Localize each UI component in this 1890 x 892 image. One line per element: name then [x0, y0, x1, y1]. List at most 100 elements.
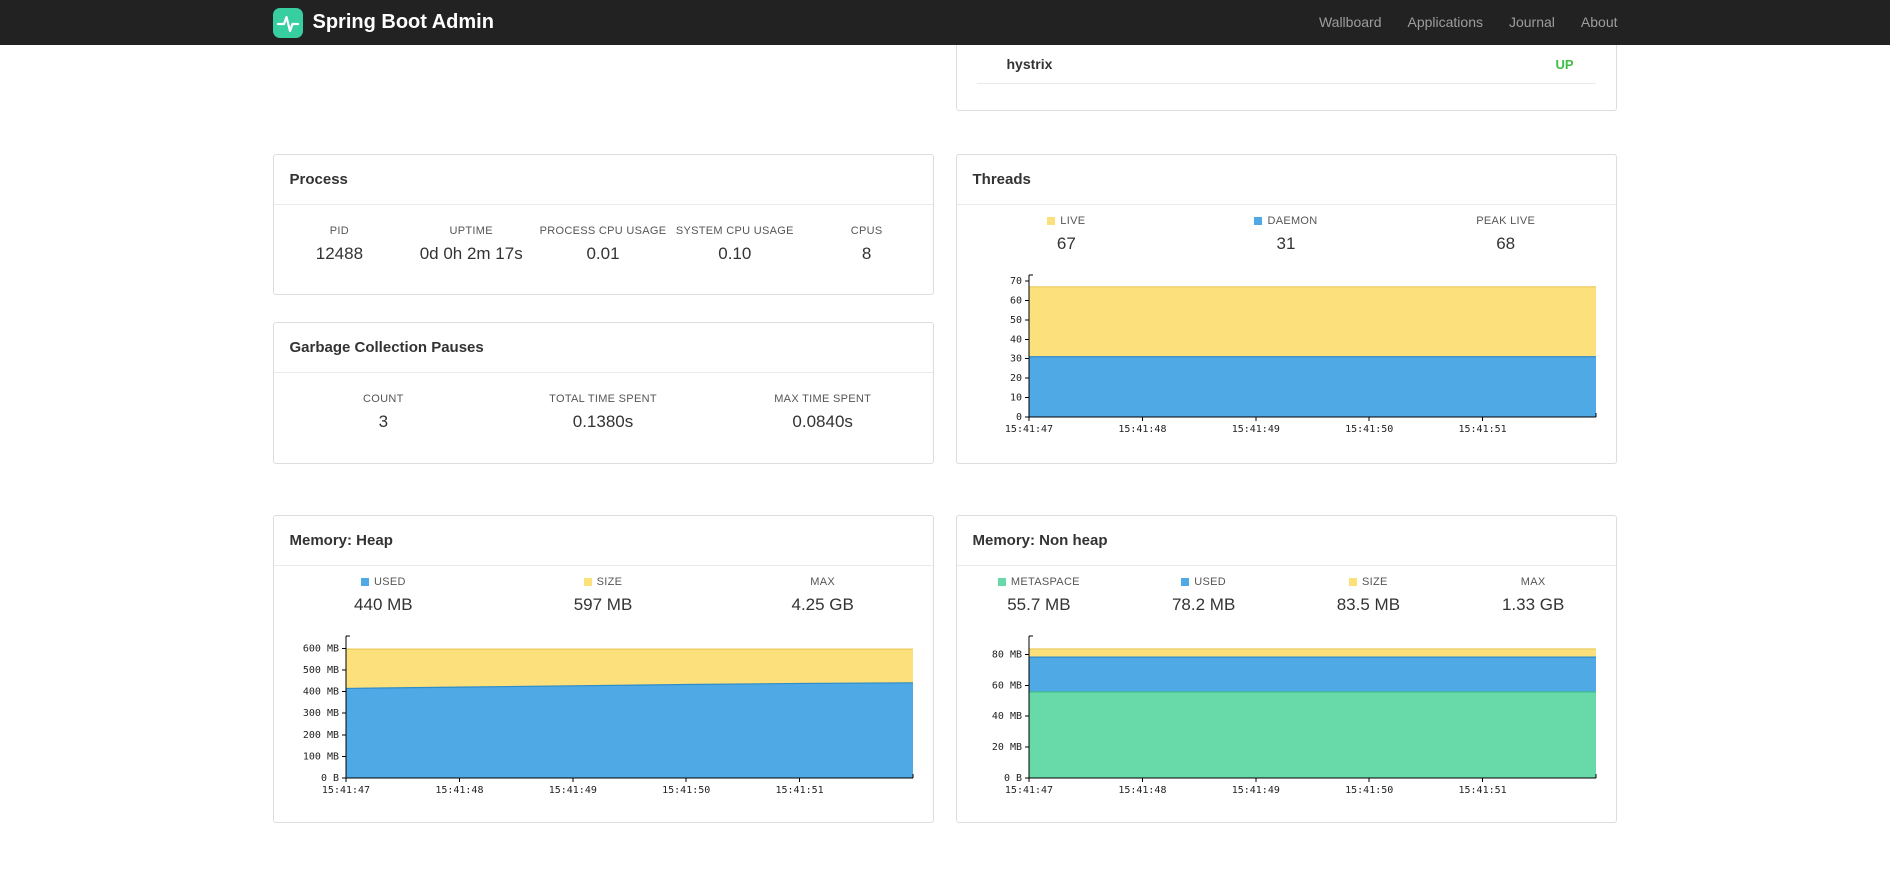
metric-label: SIZE: [493, 576, 713, 588]
metric-value: 83.5 MB: [1336, 595, 1401, 614]
metric-value: 0d 0h 2m 17s: [419, 244, 523, 263]
metric-nonheap-metaspace: METASPACE 55.7 MB: [957, 576, 1122, 620]
svg-text:200 MB: 200 MB: [302, 730, 338, 741]
health-status-badge: UP: [1555, 56, 1574, 72]
metric-label-text: USED: [373, 576, 406, 588]
metric-cpus: CPUS 8: [801, 225, 933, 264]
metric-label-text: METASPACE: [1010, 576, 1080, 588]
svg-text:0 B: 0 B: [320, 773, 338, 784]
svg-text:15:41:48: 15:41:48: [1118, 424, 1166, 435]
threads-metrics: LIVE 67 DAEMON 31 PEAK LIVE 68: [957, 215, 1616, 259]
metric-value: 0.0840s: [792, 412, 853, 431]
metric-label-text: SIZE: [1362, 576, 1388, 588]
metric-label: PEAK LIVE: [1396, 215, 1616, 227]
metric-label: CPUS: [850, 225, 883, 237]
memory-nonheap-chart: 0 B 20 MB 40 MB 60 MB 80 MB 15:41:47 15:41:48 1…: [991, 635, 1596, 796]
navbar-inner: Spring Boot Admin Wallboard Applications…: [272, 0, 1618, 45]
pulse-logo-icon: [272, 7, 303, 38]
metric-nonheap-size: SIZE 83.5 MB: [1286, 576, 1451, 620]
metric-value: 31: [1276, 234, 1296, 253]
nav-item-about[interactable]: About: [1568, 0, 1618, 45]
gc-card-body: COUNT 3 TOTAL TIME SPENT 0.1380s MAX TIM…: [274, 373, 933, 432]
metric-value: 55.7 MB: [1007, 595, 1071, 614]
svg-text:15:41:50: 15:41:50: [662, 785, 710, 796]
metric-label: COUNT: [363, 393, 404, 405]
metric-label: TOTAL TIME SPENT: [549, 393, 657, 405]
memory-heap-card: Memory: Heap USED 440 MB SIZE 597 MB MAX…: [272, 515, 934, 823]
metric-value: 3: [378, 412, 389, 431]
memory-heap-card-body: USED 440 MB SIZE 597 MB MAX 4.25 GB 0 B …: [274, 566, 933, 800]
health-card-partial: hystrix UP: [955, 45, 1617, 111]
metric-value: 78.2 MB: [1171, 595, 1236, 614]
main-content: Process PID 12488 UPTIME 0d 0h 2m 17s PR…: [272, 45, 1618, 823]
svg-text:15:41:47: 15:41:47: [321, 785, 369, 796]
memory-heap-card-title: Memory: Heap: [273, 516, 933, 566]
svg-text:15:41:50: 15:41:50: [1345, 424, 1393, 435]
svg-text:15:41:48: 15:41:48: [1118, 785, 1166, 796]
legend-swatch-size: [583, 578, 592, 586]
left-column: Process PID 12488 UPTIME 0d 0h 2m 17s PR…: [272, 45, 934, 823]
metric-label-text: SIZE: [596, 576, 623, 588]
metric-label-text: PEAK LIVE: [1476, 215, 1536, 227]
svg-text:500 MB: 500 MB: [302, 665, 338, 676]
legend-swatch-daemon: [1254, 217, 1263, 225]
threads-card-body: LIVE 67 DAEMON 31 PEAK LIVE 68 0 10 20 3…: [957, 205, 1616, 439]
gc-card: Garbage Collection Pauses COUNT 3 TOTAL …: [272, 322, 934, 464]
health-service-name: hystrix: [1006, 56, 1053, 72]
svg-text:80 MB: 80 MB: [991, 649, 1021, 660]
metric-label: METASPACE: [957, 576, 1122, 588]
health-row-hystrix: hystrix UP: [976, 45, 1596, 84]
legend-swatch-used: [1181, 578, 1190, 586]
svg-text:60 MB: 60 MB: [991, 680, 1021, 691]
metric-gc-total-time: TOTAL TIME SPENT 0.1380s: [493, 393, 713, 432]
svg-text:15:41:51: 15:41:51: [775, 785, 823, 796]
svg-text:20 MB: 20 MB: [991, 742, 1021, 753]
metric-label: MAX: [1451, 576, 1616, 588]
threads-chart: 0 10 20 30 40 50 60 70 15:41:47 15:41:48 15:41:49 1…: [1004, 274, 1596, 435]
metric-nonheap-used: USED 78.2 MB: [1121, 576, 1286, 620]
metric-value: 8: [861, 244, 872, 263]
process-card-title: Process: [273, 155, 933, 205]
metric-pid: PID 12488: [274, 225, 406, 264]
metric-value: 0.1380s: [572, 412, 634, 431]
memory-nonheap-card-title: Memory: Non heap: [956, 516, 1616, 566]
metric-label-text: LIVE: [1060, 215, 1086, 227]
metric-value: 0.10: [718, 244, 752, 263]
metric-threads-daemon: DAEMON 31: [1176, 215, 1396, 259]
gc-metrics: COUNT 3 TOTAL TIME SPENT 0.1380s MAX TIM…: [274, 393, 933, 432]
nonheap-metrics: METASPACE 55.7 MB USED 78.2 MB SIZE 83.5…: [957, 576, 1616, 620]
svg-text:15:41:47: 15:41:47: [1004, 424, 1052, 435]
svg-text:50: 50: [1009, 315, 1021, 326]
svg-text:15:41:51: 15:41:51: [1458, 785, 1506, 796]
legend-swatch-live: [1047, 217, 1056, 225]
metric-label: PROCESS CPU USAGE: [539, 225, 667, 237]
metric-value: 67: [1056, 234, 1076, 253]
svg-text:10: 10: [1009, 393, 1021, 404]
svg-text:400 MB: 400 MB: [302, 687, 338, 698]
metric-uptime: UPTIME 0d 0h 2m 17s: [405, 225, 537, 264]
nav-item-wallboard[interactable]: Wallboard: [1306, 0, 1395, 45]
metric-label: DAEMON: [1176, 215, 1396, 227]
threads-card: Threads LIVE 67 DAEMON 31 PEAK LIVE 68 0…: [955, 154, 1617, 464]
metric-value: 440 MB: [354, 595, 413, 614]
nav-item-applications[interactable]: Applications: [1394, 0, 1496, 45]
metric-threads-live: LIVE 67: [957, 215, 1177, 259]
metric-label-text: DAEMON: [1267, 215, 1318, 227]
metric-value: 12488: [315, 244, 364, 263]
metric-label: MAX TIME SPENT: [774, 393, 872, 405]
metric-threads-peak-live: PEAK LIVE 68: [1396, 215, 1616, 259]
svg-text:15:41:49: 15:41:49: [1231, 785, 1279, 796]
metric-label-text: MAX: [810, 576, 836, 588]
brand[interactable]: Spring Boot Admin: [272, 7, 494, 38]
process-card: Process PID 12488 UPTIME 0d 0h 2m 17s PR…: [272, 154, 934, 295]
right-column: hystrix UP Threads LIVE 67 DAEMON 31 PEA…: [955, 45, 1617, 823]
svg-text:40 MB: 40 MB: [991, 711, 1021, 722]
svg-text:20: 20: [1009, 373, 1021, 384]
metric-heap-size: SIZE 597 MB: [493, 576, 713, 620]
svg-text:15:41:49: 15:41:49: [1231, 424, 1279, 435]
metric-heap-max: MAX 4.25 GB: [713, 576, 933, 620]
metric-label: USED: [274, 576, 494, 588]
nav-item-journal[interactable]: Journal: [1496, 0, 1568, 45]
svg-text:15:41:47: 15:41:47: [1004, 785, 1052, 796]
metric-process-cpu: PROCESS CPU USAGE 0.01: [537, 225, 669, 264]
